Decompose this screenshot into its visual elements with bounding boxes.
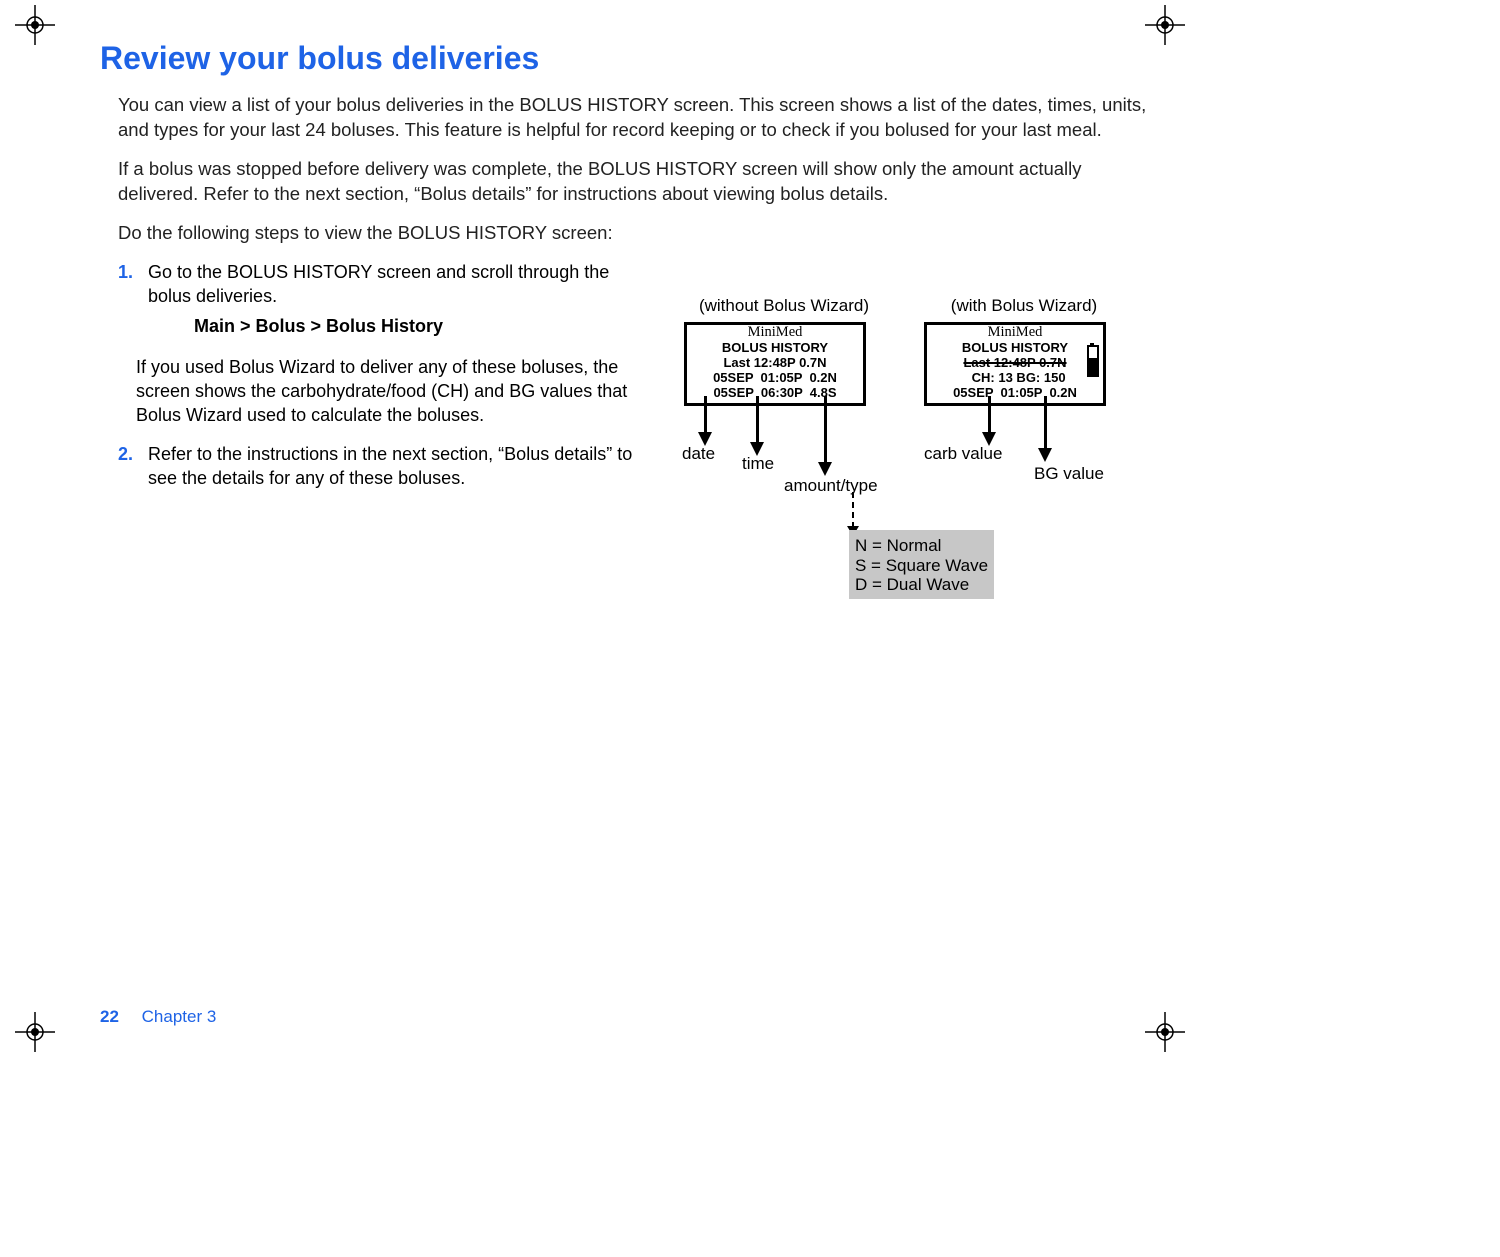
lcd-right-line4: 05SEP 01:05P 0.2N: [953, 385, 1077, 400]
arrow-line-icon: [988, 396, 991, 434]
lcd-right-group: (with Bolus Wizard) MiniMed BOLUS HISTOR…: [924, 296, 1124, 406]
arrow-line-icon: [756, 396, 759, 444]
dashed-line-icon: [852, 492, 854, 528]
chapter-label: Chapter 3: [142, 1007, 217, 1026]
lcd-right-line2: Last 12:48P 0.7N: [963, 355, 1066, 370]
page-title: Review your bolus deliveries: [100, 40, 1160, 77]
label-date: date: [682, 444, 715, 464]
legend-box: N = Normal S = Square Wave D = Dual Wave: [849, 530, 994, 599]
arrow-head-icon: [1038, 448, 1052, 462]
crop-mark-icon: [15, 1012, 55, 1052]
arrow-line-icon: [1044, 396, 1047, 450]
step-2-text: Refer to the instructions in the next se…: [148, 444, 632, 488]
lcd-right-body: BOLUS HISTORY Last 12:48P 0.7N CH: 13 BG…: [927, 341, 1103, 401]
arrow-line-icon: [704, 396, 707, 434]
step-2: Refer to the instructions in the next se…: [118, 442, 638, 491]
lcd-brand: MiniMed: [927, 325, 1103, 341]
nav-path: Main > Bolus > Bolus History: [194, 314, 638, 338]
step-1-text: Go to the BOLUS HISTORY screen and scrol…: [148, 262, 609, 306]
battery-icon: [1087, 345, 1099, 377]
lcd-left-line1: BOLUS HISTORY: [722, 340, 828, 355]
legend-normal: N = Normal: [855, 536, 988, 556]
steps-list: Go to the BOLUS HISTORY screen and scrol…: [100, 260, 638, 490]
lcd-left-caption: (without Bolus Wizard): [684, 296, 884, 316]
step-1-note: If you used Bolus Wizard to deliver any …: [136, 355, 636, 428]
lcd-right-line1: BOLUS HISTORY: [962, 340, 1068, 355]
lcd-left-group: (without Bolus Wizard) MiniMed BOLUS HIS…: [684, 296, 884, 406]
page-footer: 22 Chapter 3: [100, 1007, 216, 1027]
intro-paragraph-1: You can view a list of your bolus delive…: [100, 93, 1160, 143]
page-number: 22: [100, 1007, 119, 1026]
intro-paragraph-3: Do the following steps to view the BOLUS…: [100, 221, 1160, 246]
label-bg: BG value: [1034, 464, 1104, 484]
page: Review your bolus deliveries You can vie…: [0, 0, 1500, 1257]
lcd-right-screen: MiniMed BOLUS HISTORY Last 12:48P 0.7N C…: [924, 322, 1106, 406]
lcd-left-screen: MiniMed BOLUS HISTORY Last 12:48P 0.7N 0…: [684, 322, 866, 406]
lcd-right-line3: CH: 13 BG: 150: [964, 370, 1065, 385]
lcd-left-body: BOLUS HISTORY Last 12:48P 0.7N 05SEP 01:…: [687, 341, 863, 401]
arrow-head-icon: [818, 462, 832, 476]
lcd-left-line4: 05SEP 06:30P 4.8S: [713, 385, 836, 400]
crop-mark-icon: [1145, 5, 1185, 45]
intro-paragraph-2: If a bolus was stopped before delivery w…: [100, 157, 1160, 207]
diagram-area: (without Bolus Wizard) MiniMed BOLUS HIS…: [684, 296, 1104, 616]
crop-mark-icon: [1145, 1012, 1185, 1052]
step-1: Go to the BOLUS HISTORY screen and scrol…: [118, 260, 638, 428]
label-carb: carb value: [924, 444, 1002, 464]
legend-dual: D = Dual Wave: [855, 575, 988, 595]
lcd-right-caption: (with Bolus Wizard): [924, 296, 1124, 316]
lcd-left-line3: 05SEP 01:05P 0.2N: [713, 370, 837, 385]
label-time: time: [742, 454, 774, 474]
arrow-line-icon: [824, 396, 827, 464]
lcd-brand: MiniMed: [687, 325, 863, 341]
crop-mark-icon: [15, 5, 55, 45]
legend-square: S = Square Wave: [855, 556, 988, 576]
label-amount: amount/type: [784, 476, 878, 496]
lcd-left-line2: Last 12:48P 0.7N: [723, 355, 826, 370]
